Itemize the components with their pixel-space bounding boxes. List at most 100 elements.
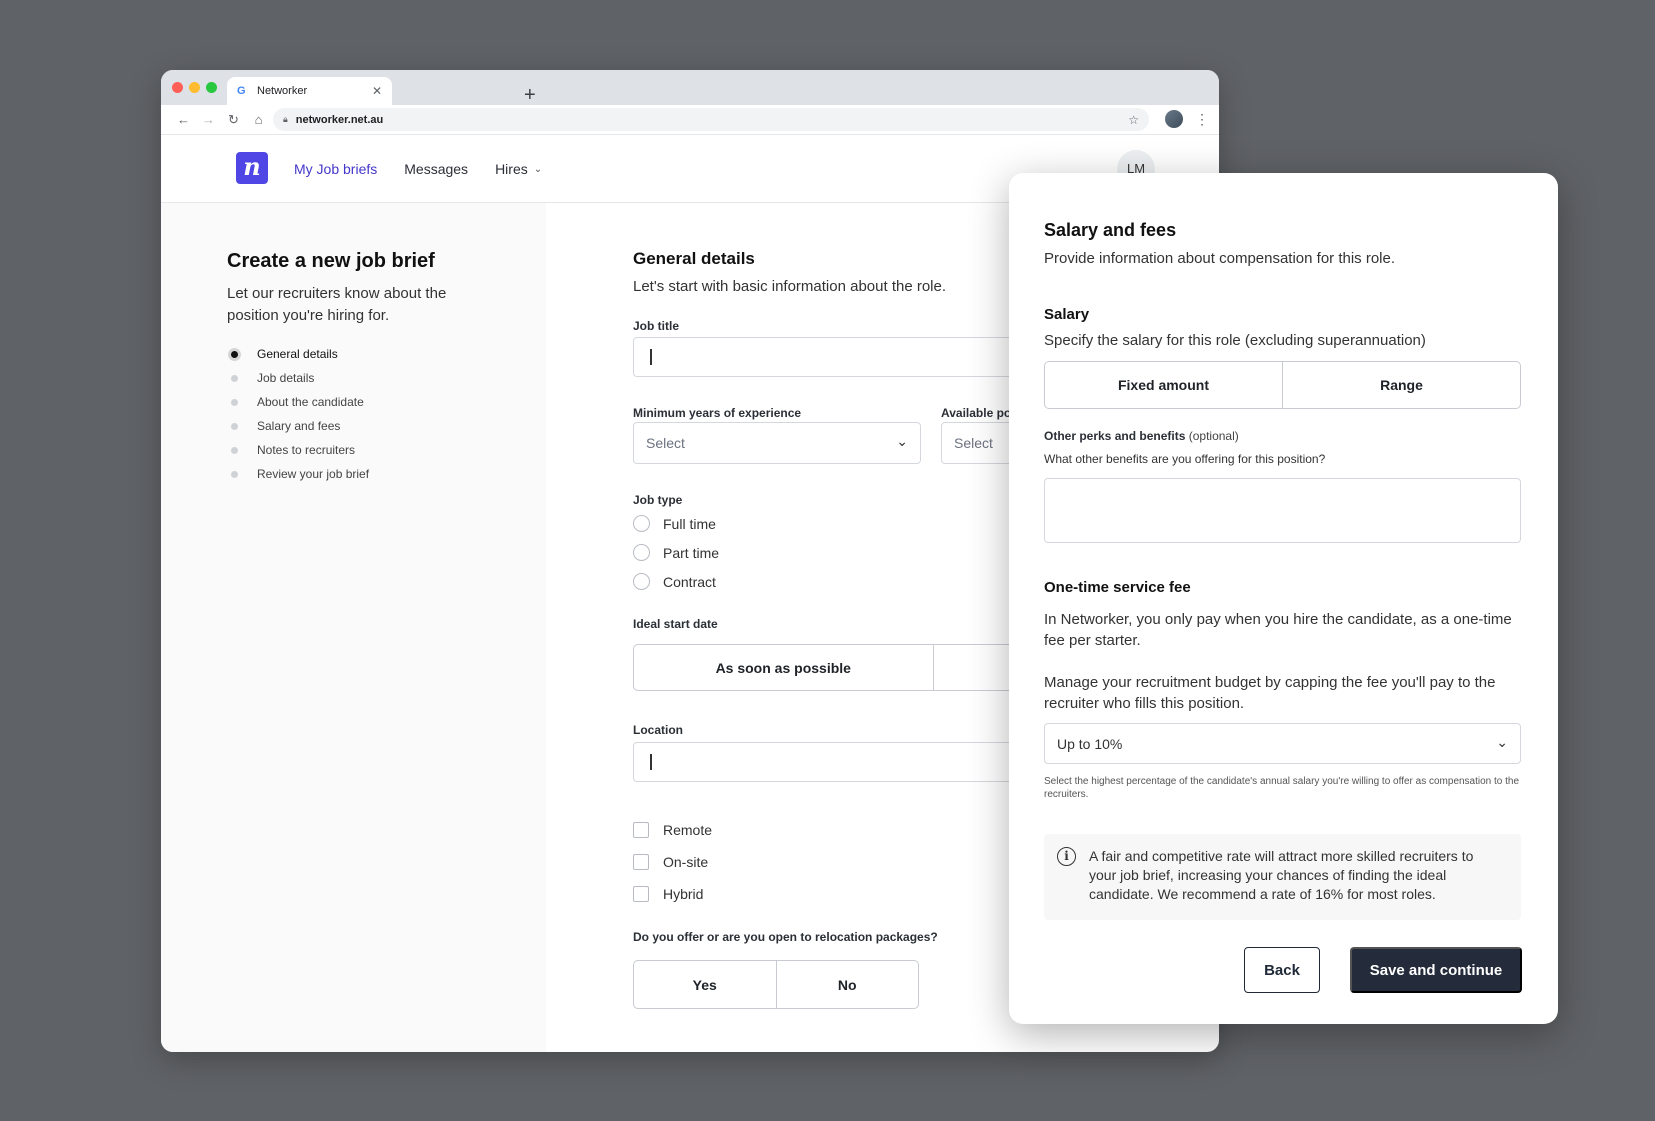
reload-icon[interactable]: ↻	[221, 112, 246, 128]
browser-menu-icon[interactable]: ⋮	[1195, 111, 1209, 128]
nav-hires-label: Hires	[495, 161, 528, 177]
step-item-salary-fees[interactable]: Salary and fees	[227, 414, 369, 438]
step-label: Salary and fees	[257, 419, 341, 433]
checkbox-label: Hybrid	[663, 886, 704, 902]
steps-sidebar: Create a new job brief Let our recruiter…	[161, 203, 546, 1052]
service-fee-heading: One-time service fee	[1044, 579, 1191, 596]
step-dot-icon	[231, 398, 238, 406]
chevron-down-icon: ⌄	[533, 163, 543, 175]
step-label: Job details	[257, 371, 315, 385]
relocation-no-option[interactable]: No	[775, 961, 919, 1008]
step-list: General details Job details About the ca…	[227, 342, 369, 486]
checkbox-label: Remote	[663, 822, 713, 838]
section-subtitle: Let's start with basic information about…	[633, 278, 947, 295]
perks-label: Other perks and benefits (optional)	[1044, 429, 1239, 443]
nav-my-job-briefs[interactable]: My Job briefs	[294, 161, 377, 177]
radio-part-time[interactable]: Part time	[633, 544, 719, 561]
info-icon: i	[1057, 847, 1076, 866]
radio-circle-icon	[633, 544, 650, 561]
salary-type-segmented: Fixed amount Range	[1044, 361, 1521, 409]
relocation-yes-option[interactable]: Yes	[634, 961, 776, 1008]
bookmark-star-icon[interactable]: ☆	[1128, 113, 1139, 127]
address-bar[interactable]: 🔒︎ networker.net.au ☆	[273, 108, 1149, 131]
new-tab-icon[interactable]: +	[524, 84, 536, 106]
tab-bar: G Networker ✕ +	[161, 70, 1219, 106]
step-item-general-details[interactable]: General details	[227, 342, 369, 366]
main-nav: My Job briefs Messages Hires ⌄	[294, 135, 542, 203]
step-label: General details	[257, 347, 338, 361]
optional-tag: (optional)	[1188, 429, 1239, 443]
checkbox-hybrid[interactable]: Hybrid	[633, 886, 703, 902]
step-label: Notes to recruiters	[257, 443, 356, 457]
page-subtitle: Let our recruiters know about the positi…	[227, 285, 447, 324]
home-icon[interactable]: ⌂	[246, 112, 271, 127]
window-controls	[172, 82, 217, 93]
step-dot-icon	[231, 374, 238, 382]
available-positions-value: Select	[954, 435, 993, 451]
available-positions-label: Available po	[941, 406, 1012, 420]
info-callout-text: A fair and competitive rate will attract…	[1089, 848, 1474, 902]
info-callout: i A fair and competitive rate will attra…	[1044, 834, 1521, 920]
forward-arrow-icon[interactable]: →	[196, 112, 221, 127]
step-current-dot-icon	[228, 347, 241, 361]
panel-subtitle: Provide information about compensation f…	[1044, 250, 1396, 267]
perks-label-text: Other perks and benefits	[1044, 429, 1186, 443]
close-window-button[interactable]	[172, 82, 183, 93]
salary-heading: Salary	[1044, 306, 1090, 323]
relocation-segmented: Yes No	[633, 960, 919, 1009]
radio-contract[interactable]: Contract	[633, 573, 716, 590]
start-date-label: Ideal start date	[633, 617, 718, 631]
save-and-continue-button[interactable]: Save and continue	[1350, 947, 1522, 993]
fee-cap-value: Up to 10%	[1057, 735, 1123, 752]
radio-full-time[interactable]: Full time	[633, 515, 716, 532]
chevron-down-icon: ⌄	[1496, 734, 1508, 750]
min-experience-select[interactable]: Select ⌄	[633, 422, 921, 464]
checkbox-icon	[633, 886, 649, 902]
start-asap-option[interactable]: As soon as possible	[634, 645, 933, 690]
tab-title: Networker	[257, 85, 308, 97]
back-button[interactable]: Back	[1244, 947, 1320, 993]
google-favicon-icon: G	[237, 85, 246, 97]
radio-label: Part time	[663, 544, 720, 561]
networker-logo[interactable]: n	[236, 152, 268, 184]
text-caret	[650, 754, 652, 770]
fee-cap-select[interactable]: Up to 10% ⌄	[1044, 723, 1521, 764]
relocation-label: Do you offer or are you open to relocati…	[633, 930, 938, 944]
nav-messages[interactable]: Messages	[404, 161, 468, 177]
radio-circle-icon	[633, 515, 650, 532]
chevron-down-icon: ⌄	[896, 433, 908, 449]
checkbox-icon	[633, 822, 649, 838]
checkbox-icon	[633, 854, 649, 870]
salary-description: Specify the salary for this role (exclud…	[1044, 332, 1426, 349]
salary-fees-panel: Salary and fees Provide information abou…	[1009, 173, 1558, 1024]
browser-profile-avatar[interactable]	[1165, 110, 1183, 128]
job-title-label: Job title	[633, 319, 680, 333]
nav-hires[interactable]: Hires ⌄	[495, 161, 542, 177]
radio-circle-icon	[633, 573, 650, 590]
step-dot-icon	[231, 422, 238, 430]
browser-toolbar: ← → ↻ ⌂ 🔒︎ networker.net.au ☆ ⋮	[161, 105, 1219, 135]
minimize-window-button[interactable]	[189, 82, 200, 93]
perks-textarea[interactable]	[1044, 478, 1521, 543]
location-label: Location	[633, 723, 683, 737]
step-item-about-candidate[interactable]: About the candidate	[227, 390, 369, 414]
maximize-window-button[interactable]	[206, 82, 217, 93]
section-title: General details	[633, 249, 755, 268]
radio-label: Full time	[663, 515, 716, 532]
step-item-review[interactable]: Review your job brief	[227, 462, 369, 486]
service-fee-description: In Networker, you only pay when you hire…	[1044, 611, 1512, 649]
text-caret	[650, 349, 652, 365]
step-dot-icon	[231, 470, 238, 478]
salary-range-option[interactable]: Range	[1282, 362, 1520, 408]
url-text: networker.net.au	[295, 113, 384, 126]
salary-fixed-amount-option[interactable]: Fixed amount	[1045, 362, 1282, 408]
checkbox-remote[interactable]: Remote	[633, 822, 712, 838]
back-arrow-icon[interactable]: ←	[171, 112, 196, 127]
browser-tab[interactable]: G Networker ✕	[227, 77, 392, 105]
step-item-notes[interactable]: Notes to recruiters	[227, 438, 369, 462]
checkbox-on-site[interactable]: On-site	[633, 854, 708, 870]
step-item-job-details[interactable]: Job details	[227, 366, 369, 390]
radio-label: Contract	[663, 573, 716, 590]
min-experience-value: Select	[646, 435, 685, 451]
tab-close-icon[interactable]: ✕	[372, 84, 382, 98]
